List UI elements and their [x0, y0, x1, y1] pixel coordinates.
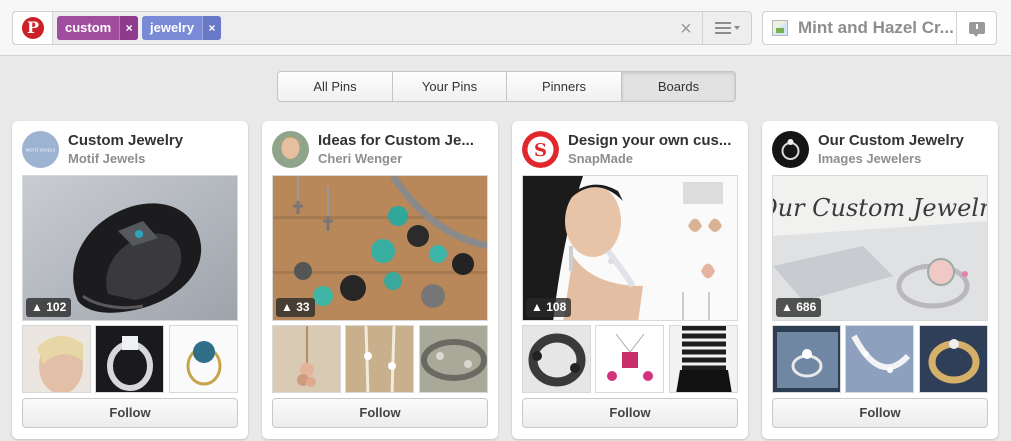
pin-icon: ▲ — [531, 300, 547, 314]
board-owner[interactable]: SnapMade — [568, 151, 740, 167]
search-token-custom[interactable]: custom × — [57, 16, 138, 40]
message-icon — [969, 22, 985, 37]
board-owner[interactable]: Cheri Wenger — [318, 151, 490, 167]
menu-icon — [715, 22, 731, 34]
board-card[interactable]: MOTIF JEWELS Custom Jewelry Motif Jewels… — [12, 121, 248, 439]
board-title[interactable]: Our Custom Jewelry — [818, 132, 990, 150]
pin-count: 33 — [296, 300, 310, 314]
search-scope-tabs: All Pins Your Pins Pinners Boards — [277, 71, 736, 102]
top-bar: P custom × jewelry × × Mint and Hazel Cr… — [0, 0, 1011, 56]
cover-script-text: Our Custom Jewelry — [773, 194, 988, 222]
follow-button[interactable]: Follow — [522, 398, 738, 428]
search-token-label: jewelry — [150, 20, 195, 35]
notifications-button[interactable] — [956, 12, 997, 44]
pin-count: 108 — [546, 300, 567, 314]
pin-count: 102 — [46, 300, 67, 314]
avatar-logo-text: S — [534, 140, 547, 161]
avatar-logo-text: MOTIF JEWELS — [26, 148, 56, 153]
avatar[interactable]: MOTIF JEWELS — [22, 131, 59, 168]
search-token-label: custom — [65, 20, 112, 35]
board-card[interactable]: Our Custom Jewelry Images Jewelers Our C… — [762, 121, 998, 439]
board-owner[interactable]: Motif Jewels — [68, 151, 240, 167]
search-box[interactable]: P custom × jewelry × × — [12, 11, 752, 45]
chevron-down-icon — [734, 26, 740, 30]
board-card[interactable]: S Design your own cus... SnapMade ▲ 108 … — [512, 121, 748, 439]
profile-name[interactable]: Mint and Hazel Cr... — [798, 12, 953, 44]
home-button[interactable]: P — [13, 12, 53, 44]
follow-button[interactable]: Follow — [272, 398, 488, 428]
board-thumbnail[interactable] — [95, 325, 164, 393]
board-cover-image[interactable]: ▲ 108 — [522, 175, 738, 321]
broken-image-icon — [772, 20, 788, 36]
avatar[interactable] — [272, 131, 309, 168]
pin-count: 686 — [796, 300, 817, 314]
board-thumbnail[interactable] — [169, 325, 238, 393]
remove-token-icon[interactable]: × — [202, 16, 221, 40]
board-cover-image[interactable]: ▲ 33 — [272, 175, 488, 321]
board-thumbnail[interactable] — [772, 325, 841, 393]
board-title[interactable]: Design your own cus... — [568, 132, 740, 150]
board-cover-image[interactable]: Our Custom Jewelry ▲ 686 — [772, 175, 988, 321]
tab-boards[interactable]: Boards — [622, 72, 735, 101]
board-card[interactable]: Ideas for Custom Je... Cheri Wenger ▲ 33… — [262, 121, 498, 439]
tab-your-pins[interactable]: Your Pins — [393, 72, 507, 101]
pin-icon: ▲ — [31, 300, 47, 314]
board-thumbnail[interactable] — [595, 325, 664, 393]
tab-all-pins[interactable]: All Pins — [278, 72, 393, 101]
pin-count-badge: ▲ 686 — [776, 298, 822, 317]
board-thumbnail[interactable] — [845, 325, 914, 393]
pin-count-badge: ▲ 102 — [26, 298, 72, 317]
board-title[interactable]: Ideas for Custom Je... — [318, 132, 490, 150]
pinterest-logo-icon: P — [22, 17, 44, 39]
pin-count-badge: ▲ 33 — [276, 298, 315, 317]
board-thumbnail[interactable] — [669, 325, 738, 393]
board-cover-image[interactable]: ▲ 102 — [22, 175, 238, 321]
pin-count-badge: ▲ 108 — [526, 298, 572, 317]
avatar[interactable]: S — [522, 131, 559, 168]
pin-icon: ▲ — [281, 300, 297, 314]
profile-button[interactable]: Mint and Hazel Cr... — [762, 11, 997, 45]
board-thumbnail[interactable] — [22, 325, 91, 393]
tab-pinners[interactable]: Pinners — [507, 72, 622, 101]
avatar[interactable] — [772, 131, 809, 168]
board-thumbnail[interactable] — [345, 325, 414, 393]
follow-button[interactable]: Follow — [772, 398, 988, 428]
pin-icon: ▲ — [781, 300, 797, 314]
clear-search-icon[interactable]: × — [675, 18, 697, 40]
menu-button[interactable] — [702, 12, 752, 44]
board-title[interactable]: Custom Jewelry — [68, 132, 240, 150]
board-thumbnail[interactable] — [272, 325, 341, 393]
search-token-jewelry[interactable]: jewelry × — [142, 16, 221, 40]
board-thumbnail[interactable] — [522, 325, 591, 393]
board-thumbnail[interactable] — [919, 325, 988, 393]
follow-button[interactable]: Follow — [22, 398, 238, 428]
board-thumbnail[interactable] — [419, 325, 488, 393]
board-owner[interactable]: Images Jewelers — [818, 151, 990, 167]
remove-token-icon[interactable]: × — [119, 16, 138, 40]
